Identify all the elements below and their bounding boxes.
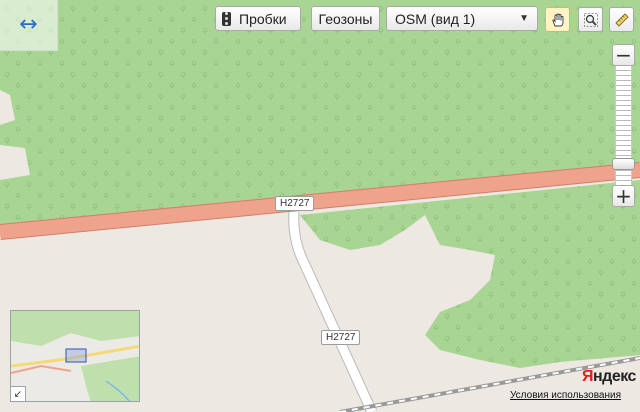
ruler-tool-button[interactable] [609,7,634,32]
expand-arrows-icon: ↔ [19,12,38,37]
logo-first-letter: Я [582,368,594,385]
traffic-light-icon [222,11,231,26]
zoom-slider-handle[interactable] [612,158,635,170]
zoom-in-button[interactable]: + [612,185,635,207]
geozones-button[interactable]: Геозоны [311,6,380,31]
road-label: H2727 [275,196,315,211]
logo-rest: ндекс [593,368,636,385]
geozones-label: Геозоны [318,10,373,27]
zoom-out-button[interactable]: − [612,44,635,66]
pan-tool-button[interactable] [545,7,570,32]
yandex-logo: Яндекс [582,368,636,386]
traffic-button[interactable]: Пробки [215,6,301,31]
zoom-area-tool-button[interactable] [578,7,603,32]
overview-minimap[interactable] [10,310,140,402]
map-layer-select[interactable]: OSM (вид 1) ▼ [386,6,538,31]
magnifier-zoom-icon [583,12,598,27]
road-label: H2727 [321,330,361,345]
minimap-toggle-button[interactable]: ↙ [10,386,26,402]
ruler-icon [614,12,629,27]
layer-select-value: OSM (вид 1) [395,10,476,27]
hand-pan-icon [551,13,563,26]
expand-map-button[interactable]: ↔ [0,0,58,51]
minimap-tiles [11,311,139,401]
terms-of-use-link[interactable]: Условия использования [510,390,621,401]
chevron-down-icon: ▼ [519,13,529,24]
traffic-label: Пробки [239,10,287,27]
